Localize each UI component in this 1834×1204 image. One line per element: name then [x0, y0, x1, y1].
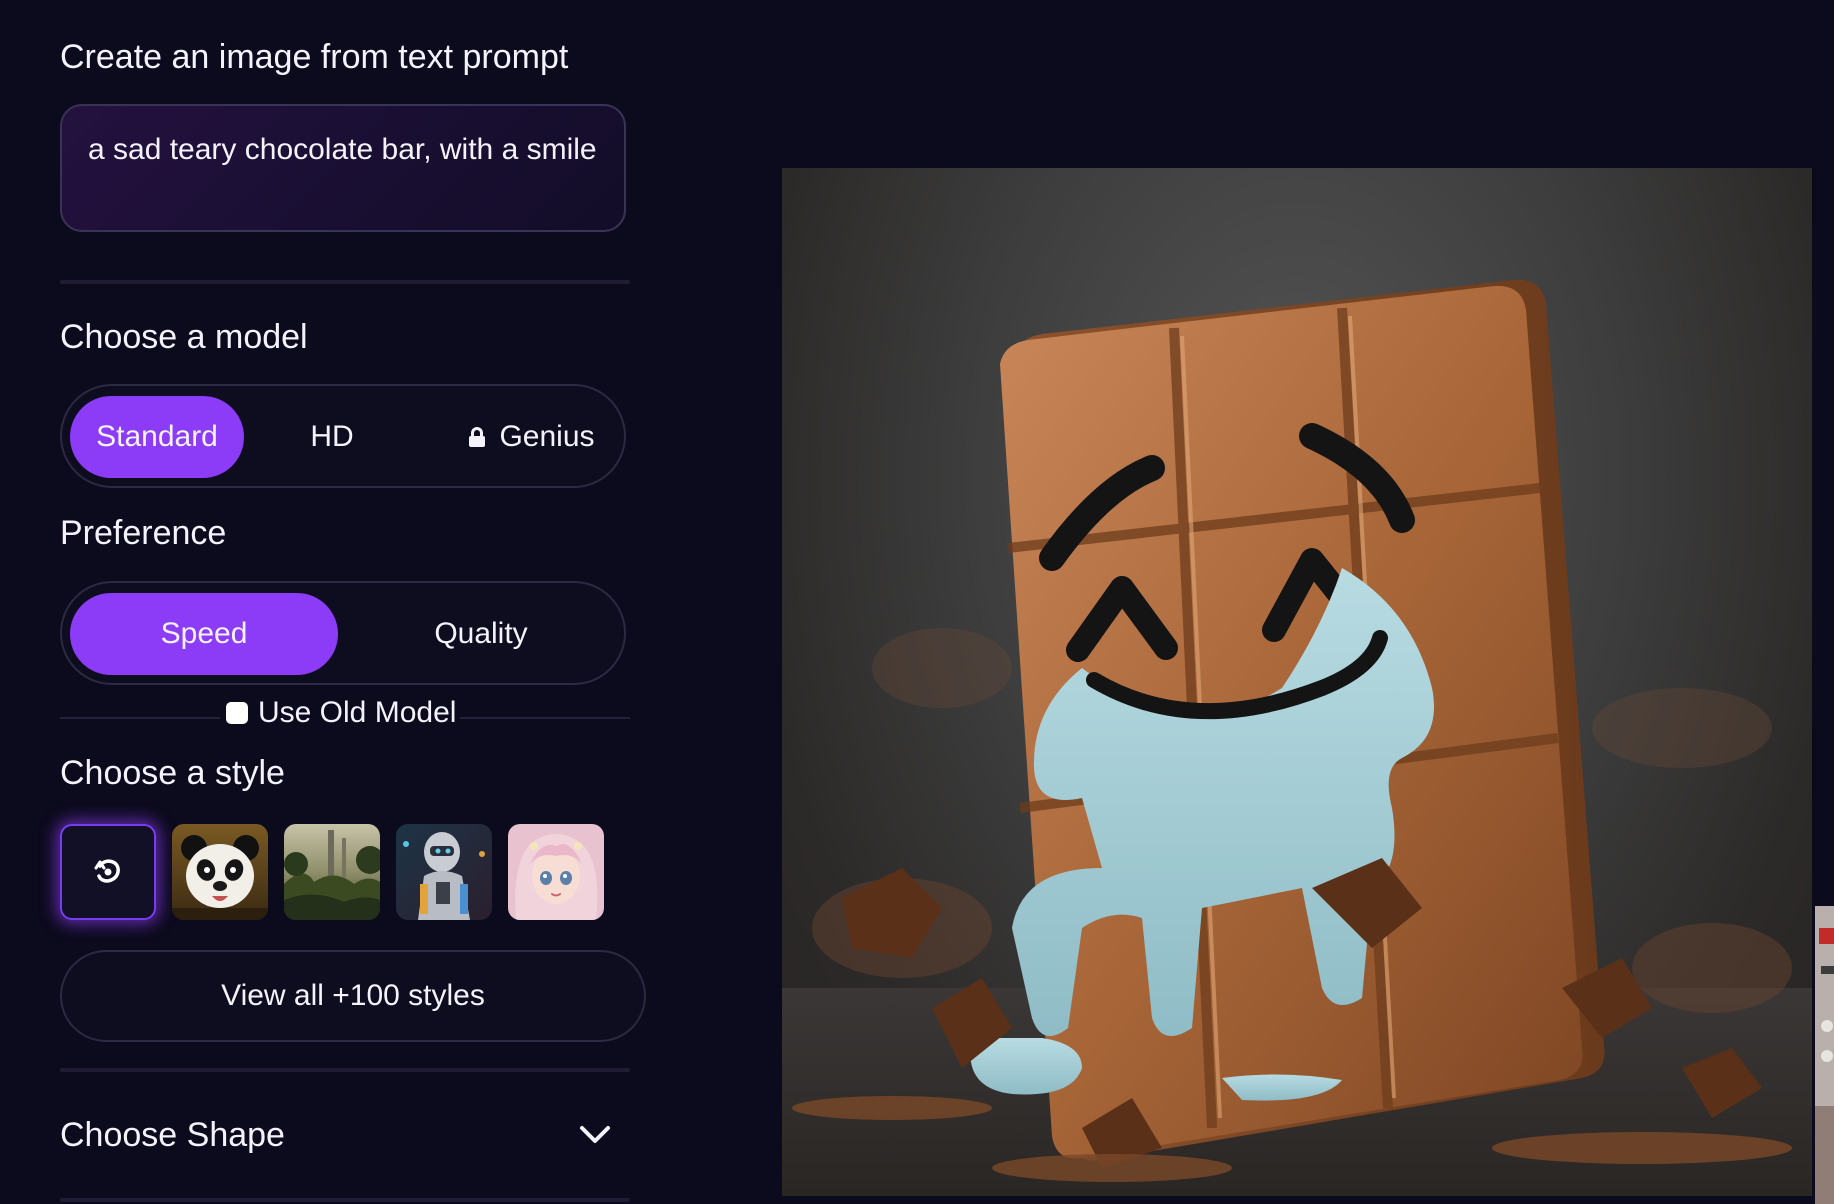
use-old-model-checkbox[interactable] [226, 702, 248, 724]
model-standard-label: Standard [96, 420, 218, 453]
style-robot-option[interactable] [396, 824, 492, 920]
divider [60, 1068, 630, 1072]
use-old-model-toggle[interactable]: Use Old Model [222, 696, 461, 730]
divider [460, 717, 630, 719]
view-all-styles-button[interactable]: View all +100 styles [60, 950, 646, 1042]
robot-style-thumbnail [396, 824, 492, 920]
style-none-option[interactable] [60, 824, 156, 920]
use-old-model-label: Use Old Model [258, 696, 457, 729]
divider [60, 717, 220, 719]
style-panda-option[interactable] [172, 824, 268, 920]
preference-speed-button[interactable]: Speed [70, 593, 338, 675]
model-genius-button[interactable]: Genius [452, 396, 612, 478]
model-hd-button[interactable]: HD [272, 396, 392, 478]
model-heading: Choose a model [60, 318, 308, 356]
anime-portrait-style-thumbnail [508, 824, 604, 920]
preference-speed-label: Speed [160, 617, 248, 650]
choose-shape-dropdown[interactable]: Choose Shape [60, 1108, 630, 1180]
divider [60, 280, 630, 284]
generator-page: Create an image from text prompt a sad t… [0, 0, 1834, 1204]
thumbnail-preview-icon [1815, 906, 1834, 1204]
preference-selector: Speed Quality [60, 581, 626, 685]
panda-style-thumbnail [172, 824, 268, 920]
crying-chocolate-bar-image [782, 279, 1812, 1196]
landscape-style-thumbnail [284, 824, 380, 920]
model-selector: Standard HD Genius [60, 384, 626, 488]
no-style-icon [94, 859, 120, 883]
lock-icon [469, 427, 486, 447]
generated-image[interactable] [782, 168, 1812, 1196]
style-heading: Choose a style [60, 754, 285, 792]
divider [60, 1198, 630, 1202]
prompt-input[interactable]: a sad teary chocolate bar, with a smile [60, 104, 626, 232]
next-image-thumbnail[interactable] [1815, 906, 1834, 1204]
shape-heading: Choose Shape [60, 1116, 285, 1154]
preference-quality-button[interactable]: Quality [352, 593, 610, 675]
model-hd-label: HD [310, 420, 354, 453]
preference-heading: Preference [60, 514, 227, 552]
prompt-text: a sad teary chocolate bar, with a smile [88, 133, 597, 166]
prompt-heading: Create an image from text prompt [60, 38, 569, 76]
preference-quality-label: Quality [434, 617, 528, 650]
old-model-row: Use Old Model [60, 696, 630, 740]
chevron-down-icon [580, 1126, 610, 1143]
view-all-styles-label: View all +100 styles [221, 979, 485, 1012]
model-genius-label: Genius [499, 420, 595, 453]
style-landscape-option[interactable] [284, 824, 380, 920]
style-anime-option[interactable] [508, 824, 604, 920]
model-standard-button[interactable]: Standard [70, 396, 244, 478]
